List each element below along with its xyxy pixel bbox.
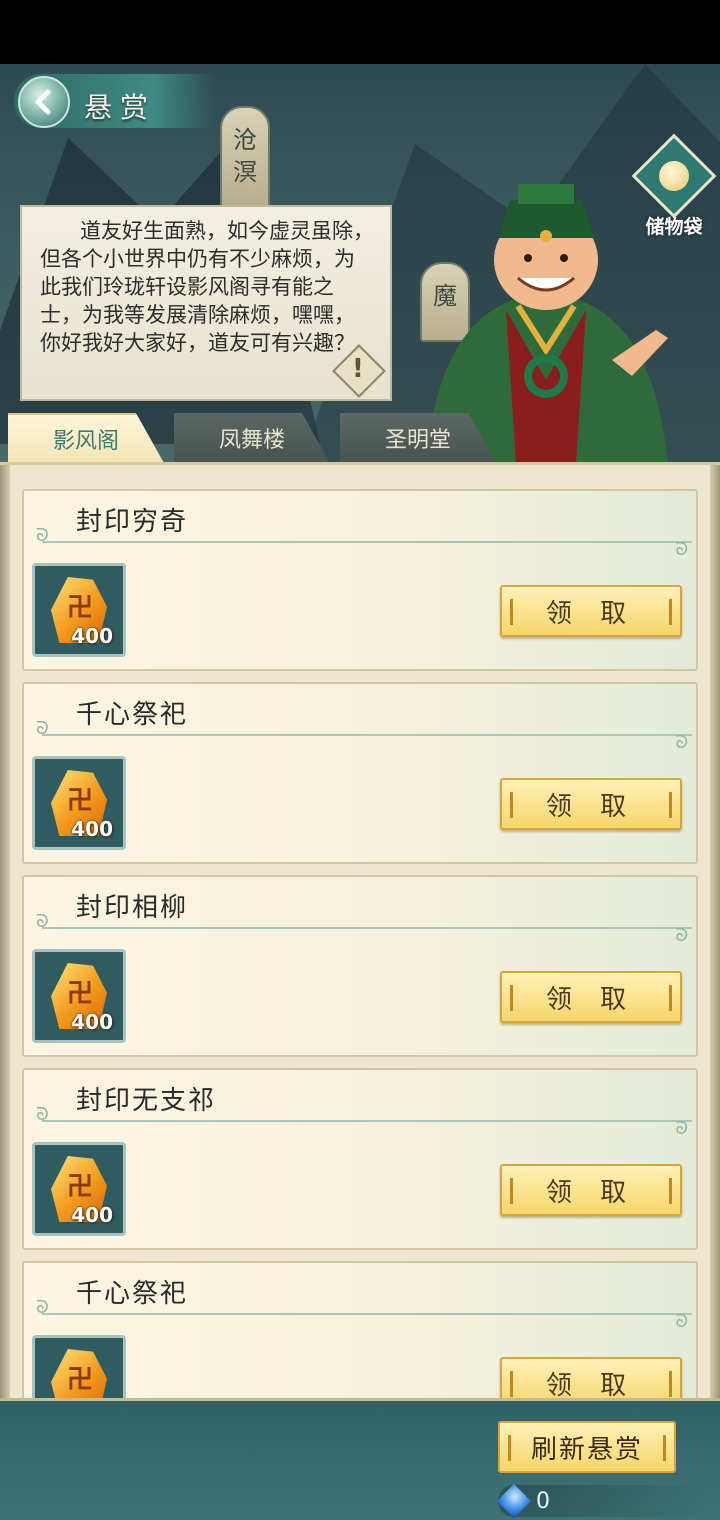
bounty-title: 千心祭祀 — [76, 700, 189, 730]
divider — [42, 1313, 692, 1315]
reward-item-slot[interactable]: 卍 400 — [32, 949, 126, 1043]
reward-item-slot[interactable]: 卍 400 — [32, 1142, 126, 1236]
claim-button[interactable]: 领 取 — [500, 778, 682, 830]
swirl-ornament-icon: ᘐ — [675, 732, 688, 753]
reward-item-slot[interactable]: 卍 400 — [32, 756, 126, 850]
divider — [42, 927, 692, 929]
tab-label: 圣明堂 — [384, 428, 451, 453]
claim-button[interactable]: 领 取 — [500, 1164, 682, 1216]
bounty-card: ᘐ 封印相柳 ᘐ 卍 400 领 取 — [22, 875, 698, 1057]
exclamation-icon: ! — [352, 354, 364, 384]
reward-count: 400 — [71, 1203, 113, 1227]
reward-count: 400 — [71, 817, 113, 841]
divider — [42, 1120, 692, 1122]
bounty-list[interactable]: ᘐ 封印穷奇 ᘐ 卍 400 领 取 ᘐ 千心祭祀 ᘐ 卍 400 领 取 ᘐ … — [0, 462, 720, 1398]
tab-label: 凤舞楼 — [218, 428, 285, 453]
refresh-bounty-button[interactable]: 刷新悬赏 — [498, 1421, 676, 1473]
bounty-card: ᘐ 封印无支祁 ᘐ 卍 400 领 取 — [22, 1068, 698, 1250]
npc-dialog-text: 道友好生面熟，如今虚灵虽除，但各个小世界中仍有不少麻烦，为此我们玲珑轩设影风阁寻… — [40, 219, 374, 355]
swirl-ornament-icon: ᘐ — [675, 1311, 688, 1332]
claim-button[interactable]: 领 取 — [500, 971, 682, 1023]
spirit-stone-icon: 卍 — [51, 1349, 107, 1398]
currency-value: 0 — [536, 1488, 550, 1514]
bounty-title: 千心祭祀 — [76, 1279, 189, 1309]
divider — [42, 734, 692, 736]
claim-button[interactable]: 领 取 — [500, 1357, 682, 1398]
swirl-ornament-icon: ᘐ — [675, 539, 688, 560]
panel-border-left — [0, 465, 10, 1398]
page-title: 悬赏 — [84, 91, 157, 124]
bounty-card: ᘐ 千心祭祀 ᘐ 卍 400 领 取 — [22, 1261, 698, 1398]
bounty-card: ᘐ 封印穷奇 ᘐ 卍 400 领 取 — [22, 489, 698, 671]
chevron-left-icon — [35, 89, 51, 115]
divider — [42, 541, 692, 543]
reward-count: 400 — [71, 1010, 113, 1034]
back-button[interactable] — [18, 76, 70, 128]
reward-count: 400 — [71, 624, 113, 648]
reward-item-slot[interactable]: 卍 400 — [32, 563, 126, 657]
swirl-ornament-icon: ᘐ — [675, 925, 688, 946]
bounty-title: 封印相柳 — [76, 893, 189, 923]
tab-label: 影风阁 — [52, 429, 119, 454]
crystal-icon — [497, 1484, 531, 1518]
bounty-title: 封印无支祁 — [76, 1086, 217, 1116]
bounty-card: ᘐ 千心祭祀 ᘐ 卍 400 领 取 — [22, 682, 698, 864]
reward-item-slot[interactable]: 卍 400 — [32, 1335, 126, 1398]
swirl-ornament-icon: ᘐ — [675, 1118, 688, 1139]
signpost-canghai: 沧溟 — [220, 106, 270, 208]
currency-display: 0 — [497, 1484, 708, 1518]
footer-bar: 刷新悬赏 0 — [0, 1398, 720, 1520]
signpost-text: 沧溟 — [233, 126, 257, 186]
bounty-title: 封印穷奇 — [76, 507, 189, 537]
panel-border-right — [710, 465, 720, 1398]
claim-button[interactable]: 领 取 — [500, 585, 682, 637]
status-bar — [0, 0, 720, 64]
